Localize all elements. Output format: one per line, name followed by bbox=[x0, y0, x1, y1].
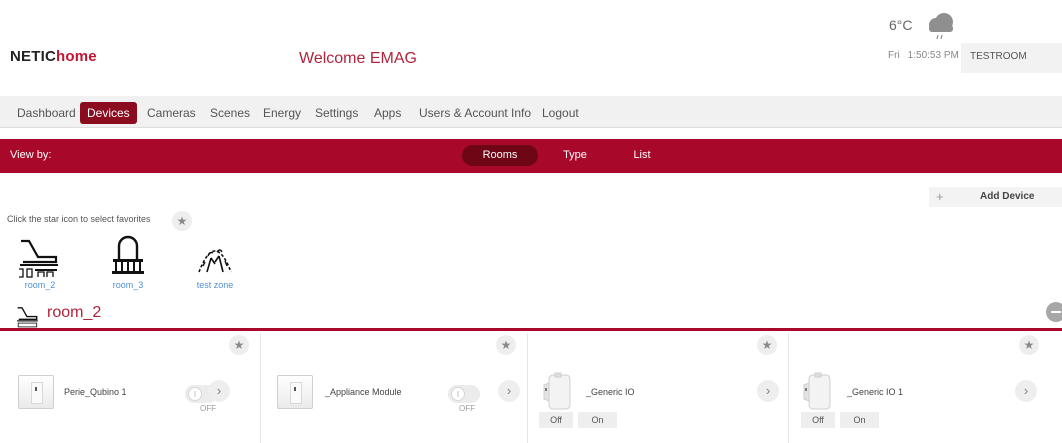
room-lounge-icon bbox=[17, 307, 38, 328]
room-link-label: room_3 bbox=[112, 280, 144, 290]
device-name: Perie_Qubino 1 bbox=[64, 387, 127, 397]
device-name: _Appliance Module bbox=[325, 387, 402, 397]
view-by-label: View by: bbox=[10, 149, 52, 161]
room-link-label: test zone bbox=[196, 280, 234, 290]
current-room-label: TESTROOM bbox=[961, 43, 1062, 73]
add-device-button[interactable]: + Add Device bbox=[929, 187, 1062, 207]
view-by-bar: View by: Rooms Type List bbox=[0, 139, 1062, 173]
view-rooms-button[interactable]: Rooms bbox=[462, 145, 538, 166]
date-time: Fri 1:50:53 PM bbox=[888, 50, 967, 61]
add-device-label: Add Device bbox=[980, 191, 1035, 202]
device-name: _Generic IO bbox=[586, 387, 635, 397]
nav-apps[interactable]: Apps bbox=[370, 102, 405, 124]
toggle-knob bbox=[451, 387, 465, 401]
favorite-star-icon[interactable]: ★ bbox=[757, 335, 777, 355]
nav-dashboard[interactable]: Dashboard bbox=[13, 102, 80, 124]
nav-cameras[interactable]: Cameras bbox=[143, 102, 200, 124]
plug-module-icon bbox=[543, 372, 571, 410]
room-lounge-icon bbox=[19, 239, 58, 278]
toggle-state-label: OFF bbox=[459, 404, 475, 413]
device-card: ★ Perie_Qubino 1 OFF › bbox=[0, 333, 261, 443]
section-divider bbox=[0, 328, 1062, 331]
wall-switch-icon bbox=[18, 375, 54, 409]
device-details-chevron-icon[interactable]: › bbox=[498, 380, 520, 402]
device-card: ★ _Appliance Module OFF › bbox=[267, 333, 528, 443]
brand-logo-main: NETIC bbox=[10, 48, 56, 65]
zone-garden-icon bbox=[198, 249, 232, 273]
device-details-chevron-icon[interactable]: › bbox=[757, 380, 779, 402]
power-toggle[interactable] bbox=[448, 385, 480, 403]
rain-cloud-icon bbox=[929, 13, 953, 40]
nav-logout[interactable]: Logout bbox=[538, 102, 583, 124]
toggle-state-label: OFF bbox=[200, 404, 216, 413]
room-link-room-2[interactable]: room_2 bbox=[14, 234, 66, 290]
nav-users-account-info[interactable]: Users & Account Info bbox=[415, 102, 535, 124]
room-section-title: room_2 bbox=[47, 304, 102, 321]
device-name: _Generic IO 1 bbox=[847, 387, 904, 397]
nav-devices[interactable]: Devices bbox=[80, 102, 137, 124]
weekday: Fri bbox=[888, 50, 900, 61]
brand-logo-accent: home bbox=[56, 48, 97, 65]
device-card: ★ _Generic IO › Off On bbox=[528, 333, 789, 443]
main-nav: Dashboard Devices Cameras Scenes Energy … bbox=[0, 96, 1062, 128]
room-link-test-zone[interactable]: test zone bbox=[189, 234, 241, 290]
on-button[interactable]: On bbox=[840, 412, 879, 428]
temperature: 6°C bbox=[889, 17, 913, 33]
weather-widget: 6°C Fri 1:50:53 PM TESTROOM bbox=[880, 12, 1062, 73]
plus-icon: + bbox=[936, 189, 944, 204]
on-button[interactable]: On bbox=[578, 412, 617, 428]
off-button[interactable]: Off bbox=[539, 412, 573, 428]
device-details-chevron-icon[interactable]: › bbox=[208, 380, 230, 402]
toggle-knob bbox=[188, 387, 202, 401]
favorites-star-icon[interactable]: ★ bbox=[172, 211, 192, 231]
room-link-room-3[interactable]: room_3 bbox=[102, 234, 154, 290]
favorite-star-icon[interactable]: ★ bbox=[229, 335, 249, 355]
favorite-star-icon[interactable]: ★ bbox=[496, 335, 516, 355]
nav-scenes[interactable]: Scenes bbox=[206, 102, 254, 124]
room-gate-icon bbox=[112, 235, 144, 274]
view-type-button[interactable]: Type bbox=[548, 145, 602, 166]
device-details-chevron-icon[interactable]: › bbox=[1015, 380, 1037, 402]
clock-time: 1:50:53 PM bbox=[907, 50, 959, 61]
favorites-hint: Click the star icon to select favorites bbox=[7, 214, 151, 224]
collapse-section-button[interactable] bbox=[1046, 302, 1062, 322]
device-card: ★ _Generic IO 1 › Off On bbox=[789, 333, 1050, 443]
nav-energy[interactable]: Energy bbox=[259, 102, 305, 124]
wall-switch-icon bbox=[277, 375, 313, 409]
off-button[interactable]: Off bbox=[801, 412, 835, 428]
plug-module-icon bbox=[803, 372, 831, 410]
brand-logo: NETIChome bbox=[10, 48, 97, 65]
room-link-label: room_2 bbox=[24, 280, 56, 290]
nav-settings[interactable]: Settings bbox=[311, 102, 362, 124]
view-list-button[interactable]: List bbox=[619, 145, 665, 166]
welcome-message: Welcome EMAG bbox=[299, 50, 417, 67]
favorite-star-icon[interactable]: ★ bbox=[1019, 335, 1039, 355]
